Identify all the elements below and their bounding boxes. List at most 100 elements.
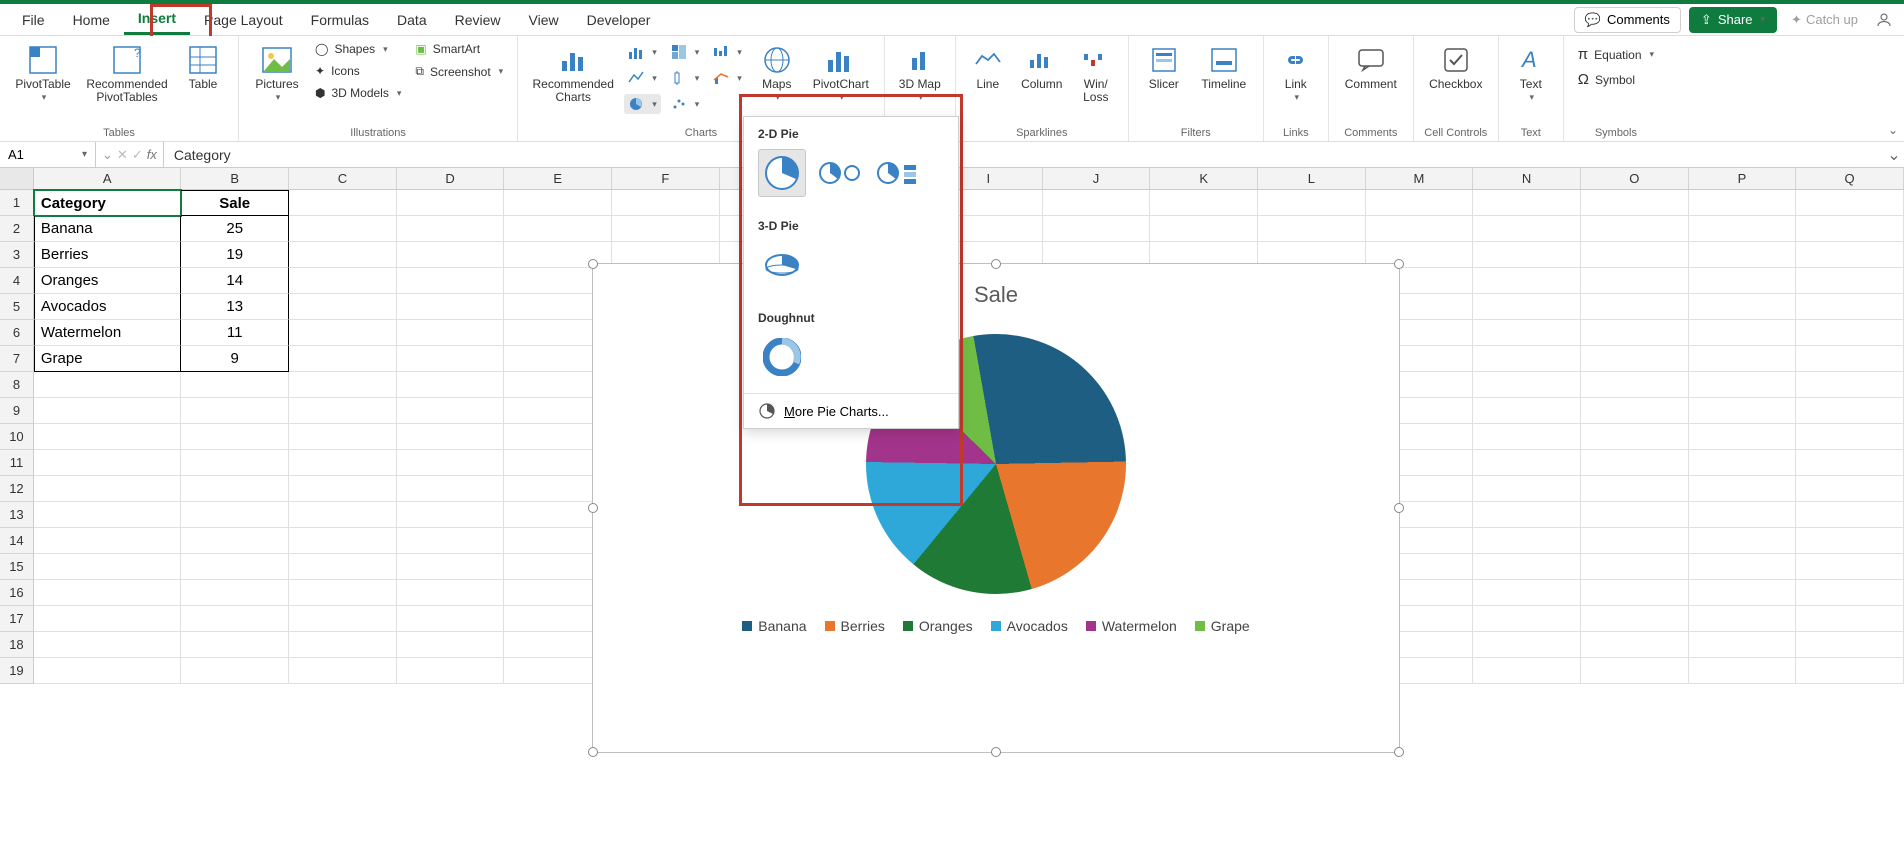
row-header[interactable]: 12 — [0, 476, 34, 502]
cell[interactable] — [1473, 450, 1581, 476]
confirm-icon[interactable]: ✓ — [132, 147, 143, 163]
cell[interactable] — [34, 554, 182, 580]
tab-page-layout[interactable]: Page Layout — [190, 6, 297, 34]
cell[interactable] — [1796, 450, 1904, 476]
col-header-L[interactable]: L — [1258, 168, 1366, 189]
cell[interactable] — [1689, 398, 1797, 424]
cell[interactable] — [181, 424, 289, 450]
cell[interactable] — [1366, 216, 1474, 242]
cell[interactable] — [181, 632, 289, 658]
cell[interactable] — [1689, 580, 1797, 606]
cell[interactable] — [181, 606, 289, 632]
cell[interactable] — [612, 190, 720, 216]
comments-button[interactable]: 💬 Comments — [1574, 7, 1681, 33]
row-header[interactable]: 13 — [0, 502, 34, 528]
cell[interactable] — [1689, 320, 1797, 346]
smartart-button[interactable]: ▣SmartArt — [411, 40, 507, 58]
waterfall-chart-dropdown[interactable]: ▾ — [709, 42, 746, 62]
cell[interactable] — [181, 580, 289, 606]
cell[interactable] — [1689, 268, 1797, 294]
catch-up-button[interactable]: ✦ Catch up — [1785, 8, 1864, 32]
row-header[interactable]: 19 — [0, 658, 34, 684]
legend-item[interactable]: Oranges — [903, 618, 973, 634]
cell[interactable] — [397, 528, 505, 554]
col-header-B[interactable]: B — [181, 168, 289, 189]
cell[interactable] — [1689, 372, 1797, 398]
cell[interactable] — [181, 398, 289, 424]
pie-option-doughnut[interactable] — [758, 333, 806, 381]
resize-handle[interactable] — [588, 259, 598, 269]
row-header[interactable]: 16 — [0, 580, 34, 606]
cell[interactable]: Berries — [34, 242, 182, 268]
cell[interactable] — [397, 320, 505, 346]
tab-insert[interactable]: Insert — [124, 4, 190, 35]
fx-icon[interactable]: fx — [147, 147, 157, 162]
scatter-chart-dropdown[interactable]: ▾ — [667, 94, 704, 114]
cell[interactable] — [1473, 502, 1581, 528]
cell[interactable] — [1581, 450, 1689, 476]
cell[interactable] — [1473, 606, 1581, 632]
tab-formulas[interactable]: Formulas — [297, 6, 383, 34]
cell[interactable]: 25 — [181, 216, 289, 242]
equation-button[interactable]: πEquation▾ — [1574, 44, 1658, 65]
col-header-Q[interactable]: Q — [1796, 168, 1904, 189]
col-header-O[interactable]: O — [1581, 168, 1689, 189]
cell[interactable]: Banana — [34, 216, 182, 242]
resize-handle[interactable] — [1394, 259, 1404, 269]
row-header[interactable]: 5 — [0, 294, 34, 320]
cell[interactable] — [34, 658, 182, 684]
screenshot-button[interactable]: ⧉Screenshot▾ — [411, 62, 507, 81]
cell[interactable] — [1473, 242, 1581, 268]
cell[interactable] — [181, 554, 289, 580]
statistic-chart-dropdown[interactable]: ▾ — [667, 68, 704, 88]
cell[interactable] — [1796, 580, 1904, 606]
cell[interactable] — [1473, 632, 1581, 658]
shapes-button[interactable]: ◯Shapes▾ — [311, 40, 405, 58]
cell[interactable] — [34, 424, 182, 450]
cell[interactable]: Avocados — [34, 294, 182, 320]
cell[interactable] — [397, 190, 505, 216]
cell[interactable]: Grape — [34, 346, 182, 372]
3d-models-button[interactable]: ⬢3D Models▾ — [311, 84, 405, 102]
cell[interactable] — [1581, 528, 1689, 554]
cell[interactable] — [1473, 320, 1581, 346]
cell[interactable] — [1796, 424, 1904, 450]
cell[interactable] — [289, 424, 397, 450]
pie-option-pie-of-pie[interactable] — [816, 149, 864, 197]
col-header-M[interactable]: M — [1366, 168, 1474, 189]
cell[interactable] — [34, 398, 182, 424]
row-header[interactable]: 6 — [0, 320, 34, 346]
select-all-corner[interactable] — [0, 168, 34, 189]
cell[interactable] — [1581, 216, 1689, 242]
col-header-F[interactable]: F — [612, 168, 720, 189]
tab-review[interactable]: Review — [441, 6, 515, 34]
cell[interactable] — [34, 606, 182, 632]
col-header-A[interactable]: A — [34, 168, 182, 189]
maps-button[interactable]: Maps▾ — [752, 40, 802, 107]
cell[interactable] — [34, 450, 182, 476]
share-button[interactable]: ⇪ Share ▾ — [1689, 7, 1777, 33]
cell[interactable] — [1581, 346, 1689, 372]
cell[interactable] — [1796, 554, 1904, 580]
cell[interactable]: 14 — [181, 268, 289, 294]
cell[interactable] — [289, 320, 397, 346]
cell[interactable] — [1473, 658, 1581, 684]
cell[interactable] — [289, 450, 397, 476]
cell[interactable] — [34, 476, 182, 502]
cell[interactable]: Watermelon — [34, 320, 182, 346]
more-pie-charts[interactable]: More Pie Charts... — [744, 393, 958, 428]
recommended-charts-button[interactable]: Recommended Charts — [528, 40, 618, 108]
chevron-down-icon[interactable]: ▾ — [82, 149, 87, 160]
cell[interactable] — [1689, 606, 1797, 632]
cell[interactable]: 19 — [181, 242, 289, 268]
cell[interactable] — [289, 294, 397, 320]
symbol-button[interactable]: ΩSymbol — [1574, 69, 1658, 90]
cell[interactable] — [1581, 502, 1689, 528]
tab-file[interactable]: File — [8, 6, 59, 34]
cell[interactable] — [397, 346, 505, 372]
row-header[interactable]: 8 — [0, 372, 34, 398]
cell[interactable]: 13 — [181, 294, 289, 320]
cell[interactable]: 9 — [181, 346, 289, 372]
cell[interactable] — [34, 528, 182, 554]
cell[interactable] — [289, 632, 397, 658]
